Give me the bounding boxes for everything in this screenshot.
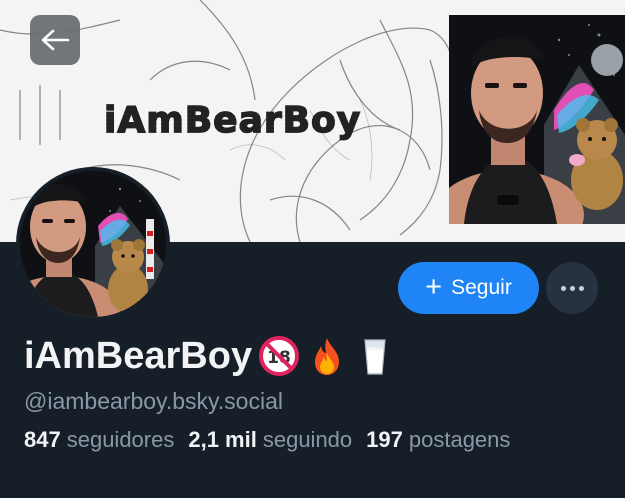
followers-stat[interactable]: 847 seguidores [24, 427, 174, 453]
following-count: 2,1 mil [188, 427, 257, 452]
profile-stats: 847 seguidores 2,1 mil seguindo 197 postage… [24, 427, 510, 453]
fire-icon [315, 338, 340, 375]
plus-icon: + [425, 270, 443, 303]
followers-label: seguidores [66, 427, 175, 452]
posts-count: 197 [366, 427, 403, 452]
follow-button-label: Seguir [451, 276, 512, 299]
follow-button[interactable]: + Seguir [398, 262, 539, 314]
arrow-left-icon [41, 29, 70, 51]
avatar-image [20, 171, 166, 317]
glass-of-milk-icon [364, 339, 386, 375]
banner-title: iAmBearBoy [103, 100, 362, 141]
more-options-button[interactable] [546, 262, 598, 314]
followers-count: 847 [24, 427, 61, 452]
profile-handle: @iambearboy.bsky.social [24, 388, 283, 414]
posts-stat: 197 postagens [366, 427, 510, 453]
avatar[interactable] [16, 167, 170, 321]
posts-label: postagens [408, 427, 511, 452]
back-button[interactable] [30, 15, 80, 65]
no-under-18-icon: 18 [259, 336, 300, 376]
following-stat[interactable]: 2,1 mil seguindo [188, 427, 352, 453]
following-label: seguindo [262, 427, 353, 452]
banner-portrait-image [449, 15, 625, 224]
ellipsis-icon [560, 285, 566, 291]
display-name: iAmBearBoy [24, 334, 253, 377]
display-name-row: iAmBearBoy 18 [24, 332, 396, 380]
